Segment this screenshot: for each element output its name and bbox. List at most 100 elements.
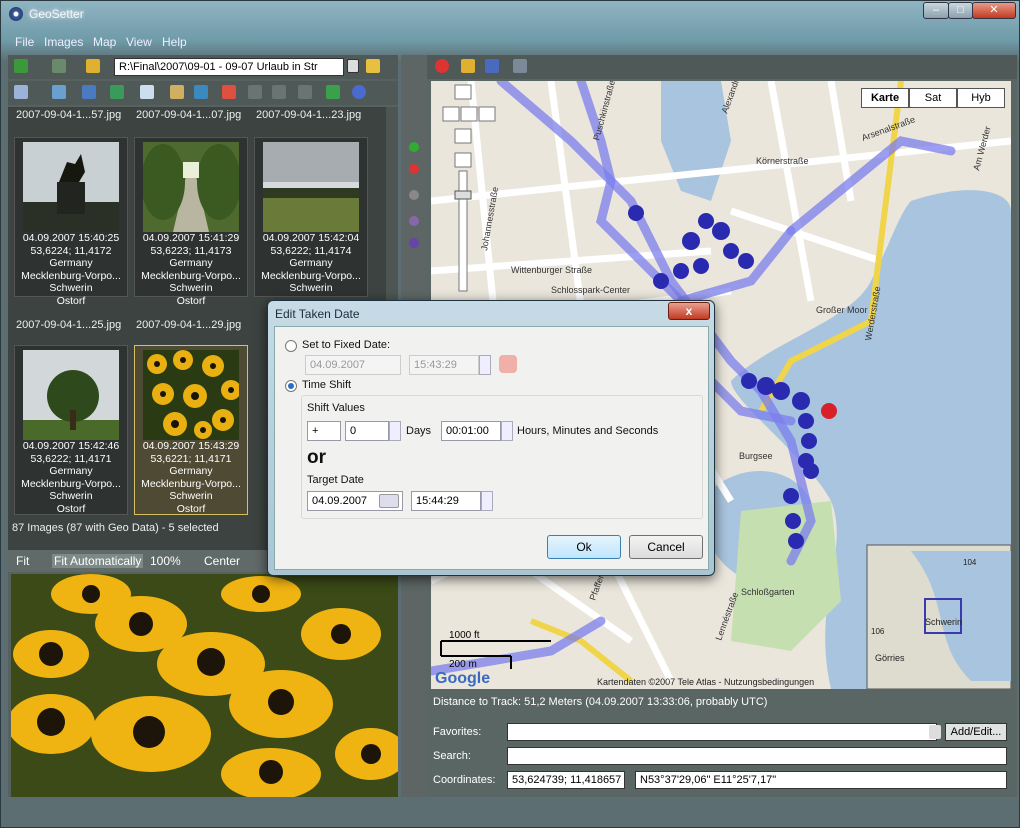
svg-text:Körnerstraße: Körnerstraße [756,156,809,166]
minimize-button[interactable]: – [923,2,949,19]
calendar-dropdown-icon[interactable] [379,494,399,508]
map-type-sat[interactable]: Sat [909,88,957,108]
thumb-filename: 2007-09-04-1...57.jpg [16,109,122,121]
menu-view[interactable]: View [126,35,152,49]
favorites-label: Favorites: [433,726,482,738]
pin-gray-icon[interactable] [409,190,419,200]
hms-input[interactable]: 00:01:00 [441,421,501,441]
folder-up-icon[interactable] [86,59,100,73]
thumb-filename: 2007-09-04-1...29.jpg [136,319,242,331]
map-type-hyb[interactable]: Hyb [957,88,1005,108]
view-mode-icon[interactable] [14,85,28,99]
fit-button[interactable]: Fit [16,554,29,568]
landscape-photo [263,142,359,232]
folder-browse-icon[interactable] [366,59,380,73]
sort-icon[interactable] [52,85,66,99]
fixed-date-radio[interactable] [285,340,297,352]
thumbnail-item[interactable]: 04.09.2007 15:42:04 53,6222; 11,4174 Germa… [254,137,368,297]
delete-icon[interactable] [298,85,312,99]
google-earth-icon[interactable] [352,85,366,99]
svg-text:200 m: 200 m [449,659,477,670]
close-button[interactable]: ✕ [972,2,1016,19]
distance-to-track: Distance to Track: 51,2 Meters (04.09.20… [433,696,768,708]
path-combobox[interactable]: R:\Final\2007\09-01 - 09-07 Urlaub in St… [114,58,344,76]
thumbnail-item-selected[interactable]: 04.09.2007 15:43:29 53,6221; 11,4171 Germa… [134,345,248,515]
days-label: Days [406,425,432,437]
thumbnail-item[interactable]: 04.09.2007 15:42:46 53,6222; 11,4171 Germa… [14,345,128,515]
time-shift-radio[interactable] [285,380,297,392]
menu-map[interactable]: Map [93,35,116,49]
tools-icon[interactable] [513,59,527,73]
fixed-date-label: Set to Fixed Date: [302,339,391,351]
coordinates-label: Coordinates: [433,774,496,786]
target-time-field[interactable]: 15:44:29 [411,491,481,511]
map-type-karte[interactable]: Karte [861,88,909,108]
filter-icon[interactable] [82,85,96,99]
menu-bar: File Images Map View Help [1,31,1020,53]
zoom-percent-button[interactable]: 100% [150,554,181,568]
or-label: or [307,447,326,468]
sign-select[interactable]: + [307,421,341,441]
search-input[interactable] [507,747,1007,765]
add-edit-favorites-button[interactable]: Add/Edit... [945,723,1007,741]
globe-icon[interactable] [194,85,208,99]
days-input[interactable]: 0 [345,421,389,441]
refresh-icon[interactable] [110,85,124,99]
pin-purple-icon[interactable] [409,216,419,226]
fixed-time-field: 15:43:29 [409,355,479,375]
dialog-close-button[interactable]: x [668,302,710,320]
app-window: GeoSetter – □ ✕ File Images Map View Hel… [0,0,1020,828]
thumb-meta: 04.09.2007 15:42:46 53,6222; 11,4171 Germa… [21,440,121,515]
svg-text:Burgsee: Burgsee [739,451,773,461]
maximize-button[interactable]: □ [948,2,973,19]
map-toolbar [427,55,1017,79]
thumb-meta: 04.09.2007 15:42:04 53,6222; 11,4174 Germa… [261,232,361,295]
thumbnail-item[interactable]: 04.09.2007 15:41:29 53,6223; 11,4173 Germa… [134,137,248,307]
thumb-filename: 2007-09-04-1...07.jpg [136,109,242,121]
title-bar: GeoSetter – □ ✕ [1,1,1020,27]
favorites-dropdown-icon[interactable] [929,725,941,739]
calendar-icon[interactable] [222,85,236,99]
pin-violet-icon[interactable] [409,238,419,248]
pin-green-icon[interactable] [409,142,419,152]
favorites-combobox[interactable] [507,723,937,741]
cancel-button[interactable]: Cancel [629,535,703,559]
pin-icon[interactable] [435,59,449,73]
svg-text:1000 ft: 1000 ft [449,630,480,641]
forward-arrow-icon[interactable] [52,59,66,73]
car-icon[interactable] [485,59,499,73]
google-logo: Google [435,670,490,687]
overview-map[interactable]: Schwerin Görries 104 106 [866,544,1011,689]
pin-red-icon[interactable] [409,164,419,174]
hms-label: Hours, Minutes and Seconds [517,425,659,437]
menu-help[interactable]: Help [162,35,187,49]
coordinates-dms-field[interactable]: N53°37'29,06" E11°25'7,17" [635,771,1007,789]
svg-text:Schloßgarten: Schloßgarten [741,587,795,597]
back-arrow-icon[interactable] [14,59,28,73]
alley-photo [143,142,239,232]
thumb-meta: 04.09.2007 15:41:29 53,6223; 11,4173 Germa… [141,232,241,307]
target-time-spinner[interactable] [481,491,493,511]
hms-spinner[interactable] [501,421,513,441]
save-icon[interactable] [272,85,286,99]
track-icon[interactable] [326,85,340,99]
clock-icon [499,355,517,373]
target-date-label: Target Date [307,474,364,486]
thumbnail-item[interactable]: 04.09.2007 15:40:25 53,6224; 11,4172 Germa… [14,137,128,307]
days-spinner[interactable] [389,421,401,441]
svg-text:Großer Moor: Großer Moor [816,305,868,315]
center-button[interactable]: Center [204,554,240,568]
open-track-icon[interactable] [461,59,475,73]
menu-images[interactable]: Images [44,35,83,49]
undo-icon[interactable] [248,85,262,99]
edit-data-icon[interactable] [170,85,184,99]
comment-icon[interactable] [140,85,154,99]
chevron-down-icon[interactable] [347,59,359,73]
coordinates-decimal-field[interactable]: 53,624739; 11,418657 [507,771,625,789]
statue-photo [23,142,119,232]
svg-text:Schlosspark-Center: Schlosspark-Center [551,285,630,295]
menu-file[interactable]: File [15,35,34,49]
ok-button[interactable]: Ok [547,535,621,559]
svg-text:Görries: Görries [875,653,905,663]
fit-automatically-button[interactable]: Fit Automatically [52,554,144,568]
